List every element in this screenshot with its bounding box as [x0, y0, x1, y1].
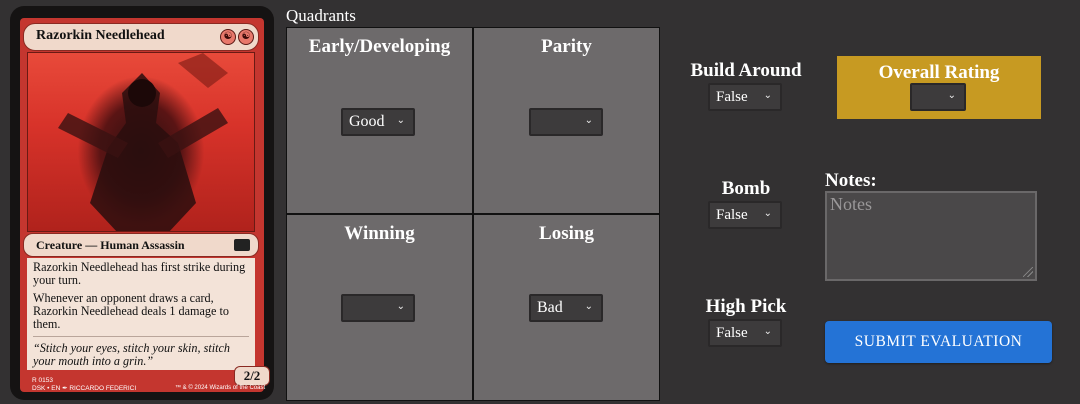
- chevron-down-icon: ⌄: [584, 115, 593, 126]
- bomb-label: Bomb: [721, 178, 771, 199]
- quadrant-losing: Losing Bad ⌄: [474, 215, 659, 400]
- card-text-box: Razorkin Needlehead has first strike dur…: [27, 258, 255, 370]
- chevron-down-icon: ⌄: [763, 90, 772, 101]
- quadrant-winning: Winning ⌄: [287, 215, 472, 400]
- card-type-bar: Creature — Human Assassin: [23, 233, 259, 257]
- chevron-down-icon: ⌄: [947, 90, 956, 101]
- quadrant-early-developing: Early/Developing Good ⌄: [287, 28, 472, 213]
- card-rules-text-2: Whenever an opponent draws a card, Razor…: [33, 291, 229, 331]
- winning-select[interactable]: ⌄: [341, 294, 415, 322]
- high-pick-select[interactable]: False ⌄: [708, 319, 782, 347]
- notes-textarea[interactable]: Notes: [825, 191, 1037, 281]
- build-around-select[interactable]: False ⌄: [708, 83, 782, 111]
- submit-evaluation-button[interactable]: SUBMIT EVALUATION: [825, 321, 1052, 363]
- card-rules-text-1: Razorkin Needlehead has first strike dur…: [33, 260, 246, 287]
- chevron-down-icon: ⌄: [396, 115, 405, 126]
- high-pick-label: High Pick: [705, 296, 787, 317]
- card-art-illustration: [58, 53, 228, 231]
- overall-rating-label: Overall Rating: [878, 62, 1000, 83]
- card-flavor-text: “Stitch your eyes, stitch your skin, sti…: [33, 336, 249, 368]
- select-value: Bad: [537, 299, 563, 316]
- losing-select[interactable]: Bad ⌄: [529, 294, 603, 322]
- bomb-select[interactable]: False ⌄: [708, 201, 782, 229]
- early-developing-select[interactable]: Good ⌄: [341, 108, 415, 136]
- card-collector-line2: DSK • EN ✒ RICCARDO FEDERICI: [32, 385, 137, 392]
- chevron-down-icon: ⌄: [396, 301, 405, 312]
- select-value: False: [716, 206, 748, 223]
- resize-handle-icon[interactable]: [1023, 267, 1033, 277]
- chevron-down-icon: ⌄: [763, 326, 772, 337]
- red-mana-icon: ☯: [238, 29, 254, 45]
- card-copyright: ™ & © 2024 Wizards of the Coast: [175, 385, 266, 391]
- quadrant-label: Losing: [539, 223, 594, 244]
- select-value: False: [716, 88, 748, 105]
- select-value: Good: [349, 113, 385, 130]
- quadrants-grid: Early/Developing Good ⌄ Parity ⌄ Winning…: [286, 27, 660, 401]
- overall-rating-select[interactable]: ⌄: [910, 83, 966, 111]
- quadrant-label: Parity: [541, 36, 592, 57]
- card-power-toughness: 2/2: [234, 366, 270, 386]
- chevron-down-icon: ⌄: [763, 208, 772, 219]
- chevron-down-icon: ⌄: [584, 301, 593, 312]
- card-collector-line1: R 0153: [32, 377, 53, 384]
- card-collector-info: R 0153 DSK • EN ✒ RICCARDO FEDERICI: [32, 377, 136, 393]
- parity-select[interactable]: ⌄: [529, 108, 603, 136]
- notes-placeholder: Notes: [830, 194, 872, 214]
- red-mana-icon: ☯: [220, 29, 236, 45]
- card-image: Razorkin Needlehead ☯ ☯ Creature — Human…: [10, 6, 274, 400]
- quadrant-label: Winning: [344, 223, 415, 244]
- set-symbol-icon: [234, 239, 250, 251]
- overall-rating-panel: Overall Rating ⌄: [837, 56, 1041, 119]
- quadrant-label: Early/Developing: [308, 36, 451, 57]
- card-name: Razorkin Needlehead: [36, 28, 165, 43]
- quadrant-parity: Parity ⌄: [474, 28, 659, 213]
- select-value: False: [716, 324, 748, 341]
- card-type-line: Creature — Human Assassin: [36, 238, 185, 252]
- card-name-bar: Razorkin Needlehead ☯ ☯: [23, 23, 259, 51]
- card-art: [27, 52, 255, 232]
- build-around-label: Build Around: [690, 60, 802, 81]
- quadrants-title: Quadrants: [286, 6, 356, 25]
- notes-label: Notes:: [825, 170, 877, 191]
